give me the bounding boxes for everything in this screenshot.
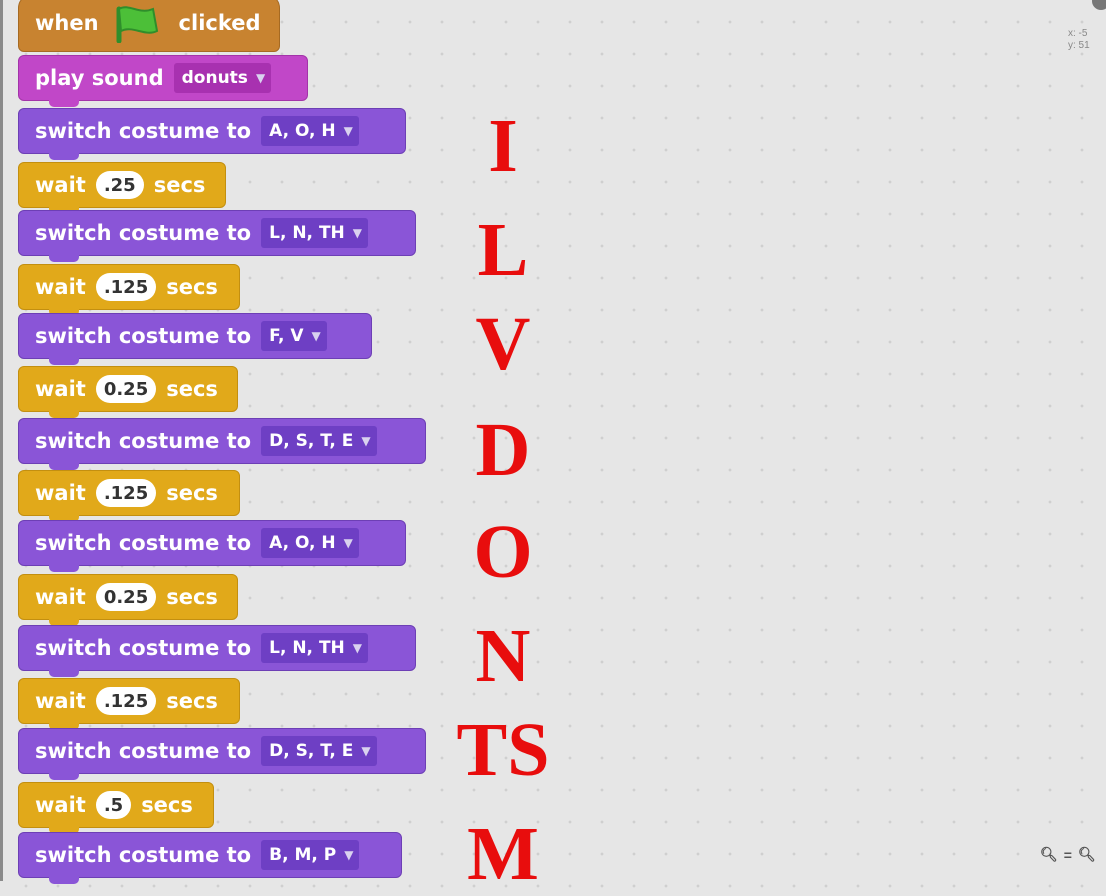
annotation-letter: L (477, 208, 529, 292)
switch-costume-label: switch costume to (35, 636, 252, 660)
green-flag-icon (116, 6, 158, 43)
play-sound-label: play sound (35, 66, 164, 90)
costume-dropdown-value: D, S, T, E (269, 431, 354, 451)
play-sound-block[interactable]: play sound donuts ▼ (18, 55, 308, 107)
chevron-down-icon: ▼ (361, 434, 371, 448)
costume-dropdown-value: A, O, H (269, 121, 336, 141)
costume-dropdown[interactable]: A, O, H ▼ (261, 528, 359, 558)
switch-costume-label: switch costume to (35, 429, 252, 453)
mouse-coordinates: x: -5 y: 51 (1068, 28, 1090, 52)
switch-costume-label: switch costume to (35, 119, 252, 143)
costume-dropdown[interactable]: F, V ▼ (261, 321, 327, 351)
mouse-y-readout: y: 51 (1068, 40, 1090, 51)
sound-dropdown[interactable]: donuts ▼ (173, 63, 272, 93)
when-label: when (35, 11, 99, 35)
switch-costume-block[interactable]: switch costume to D, S, T, E ▼ (18, 728, 426, 780)
switch-costume-block[interactable]: switch costume to L, N, TH ▼ (18, 210, 416, 262)
wait-label: wait (35, 173, 86, 197)
switch-costume-block[interactable]: switch costume to L, N, TH ▼ (18, 625, 416, 677)
costume-dropdown[interactable]: L, N, TH ▼ (261, 218, 368, 248)
switch-costume-label: switch costume to (35, 843, 252, 867)
switch-costume-label: switch costume to (35, 531, 252, 555)
chevron-down-icon: ▼ (344, 848, 354, 862)
switch-costume-block[interactable]: switch costume to D, S, T, E ▼ (18, 418, 426, 470)
switch-costume-label: switch costume to (35, 739, 252, 763)
secs-label: secs (153, 173, 206, 197)
clicked-label: clicked (178, 11, 261, 35)
wait-seconds-input[interactable]: .125 (95, 273, 157, 301)
secs-label: secs (166, 275, 218, 299)
wait-seconds-input[interactable]: .125 (95, 687, 157, 715)
costume-dropdown-value: L, N, TH (269, 223, 345, 243)
wait-label: wait (35, 793, 86, 817)
wait-seconds-input[interactable]: 0.25 (95, 375, 157, 403)
wait-seconds-input[interactable]: 0.25 (95, 583, 157, 611)
switch-costume-block[interactable]: switch costume to A, O, H ▼ (18, 520, 406, 572)
switch-costume-label: switch costume to (35, 324, 252, 348)
wait-block[interactable]: wait .125 secs (18, 678, 240, 730)
chevron-down-icon: ▼ (343, 536, 353, 550)
annotation-letter: D (475, 408, 531, 492)
switch-costume-block[interactable]: switch costume to F, V ▼ (18, 313, 372, 365)
wait-seconds-input[interactable]: .25 (95, 171, 144, 199)
sound-dropdown-value: donuts (181, 68, 248, 88)
secs-label: secs (166, 585, 218, 609)
switch-costume-block[interactable]: switch costume to A, O, H ▼ (18, 108, 406, 160)
wait-label: wait (35, 275, 86, 299)
costume-dropdown[interactable]: A, O, H ▼ (261, 116, 359, 146)
secs-label: secs (141, 793, 193, 817)
chevron-down-icon: ▼ (343, 124, 353, 138)
costume-dropdown[interactable]: B, M, P ▼ (261, 840, 360, 870)
annotation-letter: O (473, 510, 533, 594)
annotation-letter: N (475, 614, 531, 698)
mouse-x-readout: x: -5 (1068, 28, 1088, 39)
costume-dropdown[interactable]: D, S, T, E ▼ (261, 426, 377, 456)
chevron-down-icon: ▼ (311, 329, 321, 343)
annotation-letter: TS (456, 708, 550, 792)
cursor-indicator-icon (1092, 0, 1106, 10)
secs-label: secs (166, 377, 218, 401)
costume-dropdown-value: D, S, T, E (269, 741, 354, 761)
wait-block[interactable]: wait .125 secs (18, 470, 240, 522)
chevron-down-icon: ▼ (255, 71, 266, 85)
wait-seconds-input[interactable]: .5 (95, 791, 132, 819)
chevron-down-icon: ▼ (361, 744, 371, 758)
annotation-letter: I (488, 104, 518, 188)
secs-label: secs (166, 481, 218, 505)
zoom-out-icon[interactable]: 🔍︎ (1040, 846, 1058, 863)
wait-label: wait (35, 377, 86, 401)
wait-label: wait (35, 481, 86, 505)
wait-label: wait (35, 689, 86, 713)
annotation-letter: V (475, 302, 531, 386)
wait-block[interactable]: wait 0.25 secs (18, 366, 238, 418)
wait-block[interactable]: wait .25 secs (18, 162, 226, 214)
when-flag-clicked-block[interactable]: when clicked (18, 0, 280, 52)
zoom-controls: 🔍︎ = 🔍︎ (1040, 846, 1096, 863)
chevron-down-icon: ▼ (352, 641, 362, 655)
wait-label: wait (35, 585, 86, 609)
wait-block[interactable]: wait .5 secs (18, 782, 214, 834)
switch-costume-block[interactable]: switch costume to B, M, P ▼ (18, 832, 402, 884)
wait-block[interactable]: wait .125 secs (18, 264, 240, 316)
zoom-in-icon[interactable]: 🔍︎ (1078, 846, 1096, 863)
zoom-reset-icon[interactable]: = (1064, 847, 1072, 863)
secs-label: secs (166, 689, 218, 713)
switch-costume-label: switch costume to (35, 221, 252, 245)
costume-dropdown-value: A, O, H (269, 533, 336, 553)
chevron-down-icon: ▼ (352, 226, 362, 240)
costume-dropdown-value: B, M, P (269, 845, 337, 865)
wait-block[interactable]: wait 0.25 secs (18, 574, 238, 626)
costume-dropdown-value: L, N, TH (269, 638, 345, 658)
costume-dropdown[interactable]: D, S, T, E ▼ (261, 736, 377, 766)
costume-dropdown-value: F, V (269, 326, 304, 346)
wait-seconds-input[interactable]: .125 (95, 479, 157, 507)
scripts-area-edge (0, 0, 3, 881)
costume-dropdown[interactable]: L, N, TH ▼ (261, 633, 368, 663)
